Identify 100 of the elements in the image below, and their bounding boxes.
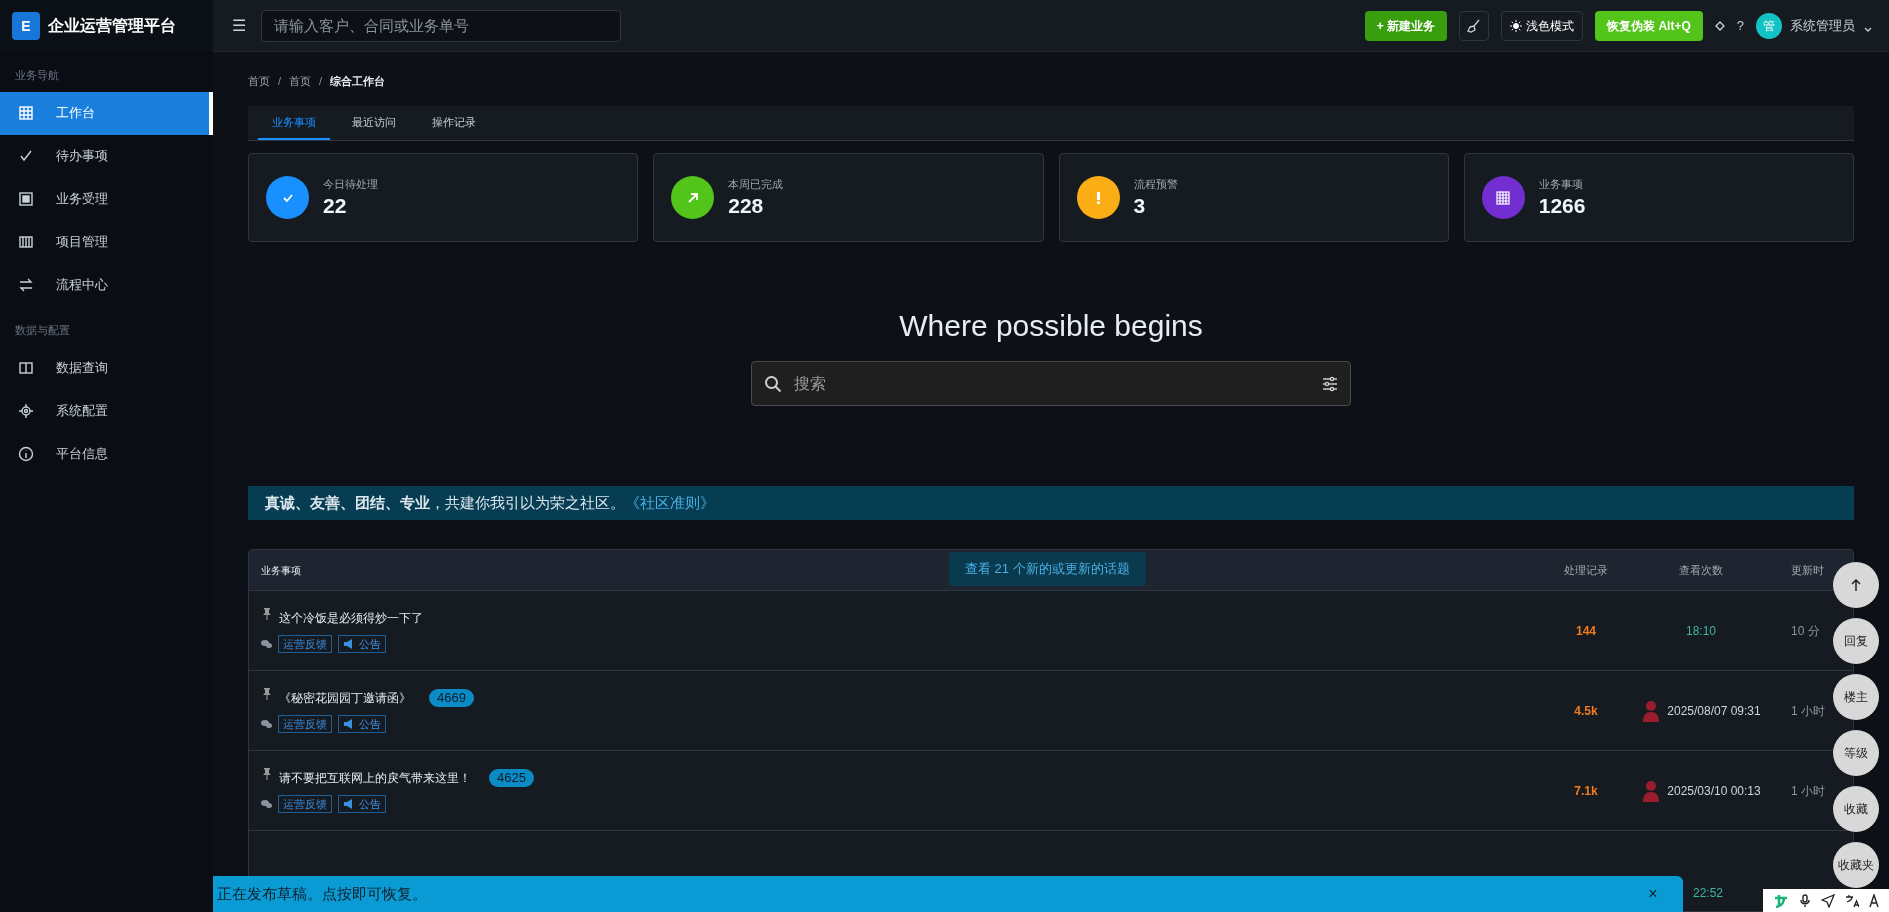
topic-tag[interactable]: 公告 <box>338 794 386 813</box>
column-header: 处理记录 <box>1563 562 1609 578</box>
microphone-icon[interactable] <box>1799 893 1811 908</box>
updated-time: 1 小时 <box>1790 702 1826 720</box>
breadcrumb-separator: / <box>278 73 282 89</box>
user-name[interactable]: 系统管理员 <box>1790 15 1855 36</box>
megaphone-icon <box>343 717 355 730</box>
reply-count: 144 <box>1575 622 1597 640</box>
activity-date: 2025/08/07 09:31 <box>1667 702 1761 720</box>
grid-icon <box>1495 189 1512 206</box>
nav-section-heading: 业务导航 <box>14 68 60 83</box>
megaphone-icon <box>343 637 355 650</box>
draft-notice-bar[interactable]: 正在发布草稿。点按即可恢复。 × <box>213 876 1683 912</box>
topic-tag[interactable]: 公告 <box>338 634 386 653</box>
breadcrumb-separator: / <box>319 73 323 89</box>
arrow-up-icon <box>1849 578 1863 592</box>
user-avatar-icon <box>1641 779 1662 802</box>
topic-tag[interactable]: 运营反馈 <box>278 714 332 733</box>
floating-action-button[interactable]: 楼主 <box>1833 674 1879 720</box>
tab[interactable]: 业务事项 <box>258 105 330 141</box>
topic-tag[interactable]: 公告 <box>338 714 386 733</box>
column-header: 查看次数 <box>1678 562 1724 578</box>
activity-date: 2025/03/10 00:13 <box>1667 782 1761 800</box>
help-button[interactable]: ? <box>1736 15 1744 36</box>
grid-icon <box>18 105 34 121</box>
nav-item[interactable]: 业务受理 <box>0 177 213 221</box>
megaphone-icon <box>343 797 355 810</box>
breadcrumb-link[interactable]: 首页 <box>289 72 312 90</box>
search-input[interactable]: 搜索 <box>794 371 1310 396</box>
updated-time: 10 分 <box>1790 622 1821 640</box>
nav-item[interactable]: 工作台 <box>0 91 213 135</box>
search-field[interactable]: 请输入客户、合同或业务单号 <box>261 9 621 42</box>
topic-tag[interactable]: 运营反馈 <box>278 794 332 813</box>
nav-item[interactable]: 待办事项 <box>0 134 213 178</box>
pin-icon <box>261 766 273 781</box>
floating-action-button[interactable]: 收藏 <box>1833 786 1879 832</box>
search-icon <box>764 374 782 393</box>
reply-count: 4.5k <box>1573 702 1599 720</box>
tab[interactable]: 最近访问 <box>338 105 410 141</box>
app-logo: E <box>12 12 40 40</box>
stat-label: 流程预警 <box>1133 176 1178 192</box>
clock-time: 22:52 <box>1693 885 1724 902</box>
view-time: 18:10 <box>1686 622 1716 640</box>
topic-title[interactable]: 请不要把互联网上的戾气带来这里！ <box>279 768 471 787</box>
stat-value: 228 <box>728 193 765 220</box>
pinyin-logo-icon[interactable] <box>1773 893 1789 908</box>
column-header: 更新时 <box>1790 562 1825 578</box>
topic-title[interactable]: 这个冷饭是必须得炒一下了 <box>279 608 423 627</box>
app-title: 企业运营管理平台 <box>48 16 176 36</box>
tab[interactable]: 操作记录 <box>418 105 490 141</box>
nav-item[interactable]: 数据查询 <box>0 346 213 389</box>
nav-item[interactable]: 流程中心 <box>0 263 213 307</box>
nav-section-heading: 数据与配置 <box>14 322 71 338</box>
square-icon <box>18 191 34 207</box>
nav-item[interactable]: 项目管理 <box>0 220 213 264</box>
chat-bubbles-icon <box>261 718 272 729</box>
reply-count: 7.1k <box>1573 782 1599 800</box>
stat-label: 本周已完成 <box>728 176 784 192</box>
swap-icon <box>18 277 34 293</box>
broom-button[interactable] <box>1459 10 1490 41</box>
nav-item[interactable]: 系统配置 <box>0 389 213 432</box>
chat-bubbles-icon <box>261 638 272 649</box>
reply-count-badge: 4625 <box>489 768 534 787</box>
pin-icon <box>261 606 273 621</box>
text-style-icon[interactable] <box>1869 893 1879 908</box>
hero-title: Where possible begins <box>899 308 1203 345</box>
stat-label: 业务事项 <box>1538 176 1584 192</box>
nav-item[interactable]: 平台信息 <box>0 432 213 475</box>
info-icon <box>18 445 34 462</box>
breadcrumb-link[interactable]: 首页 <box>248 72 270 90</box>
column-header: 业务事项 <box>261 563 301 578</box>
pin-icon <box>261 686 273 701</box>
diamond-icon[interactable] <box>1714 20 1725 31</box>
split-icon <box>18 359 34 376</box>
topic-tag[interactable]: 运营反馈 <box>278 634 332 653</box>
stat-value: 3 <box>1133 193 1147 220</box>
close-button[interactable]: × <box>1643 882 1663 906</box>
floating-action-button[interactable]: 回复 <box>1833 618 1879 664</box>
theme-button[interactable]: 浅色模式 <box>1501 10 1584 41</box>
reply-count-badge: 4669 <box>429 688 474 707</box>
stat-value: 1266 <box>1538 193 1586 220</box>
draft-notice-text: 正在发布草稿。点按即可恢复。 <box>217 883 428 904</box>
banner-text: 真诚、友善、团结、专业，共建你我引以为荣之社区。 <box>265 492 625 513</box>
send-icon[interactable] <box>1821 893 1835 908</box>
breadcrumb-current: 综合工作台 <box>330 73 386 89</box>
translate-icon[interactable] <box>1845 893 1859 908</box>
menu-button[interactable]: ☰ <box>229 13 249 38</box>
new-topics-button[interactable]: 查看 21 个新的或更新的话题 <box>949 552 1146 586</box>
updated-time: 1 小时 <box>1790 782 1826 800</box>
topic-title[interactable]: 《秘密花园园丁邀请函》 <box>279 688 411 707</box>
floating-action-button[interactable]: 等级 <box>1833 730 1879 776</box>
stat-label: 今日待处理 <box>323 176 378 192</box>
floating-action-button[interactable]: 收藏夹 <box>1833 842 1879 888</box>
exclamation-icon <box>1096 191 1100 204</box>
search-field[interactable]: 搜索 <box>751 361 1351 407</box>
guidelines-link[interactable]: 《社区准则》 <box>625 491 715 515</box>
check-icon <box>18 148 34 164</box>
scroll-top-button[interactable] <box>1833 562 1879 608</box>
stat-value: 22 <box>323 193 348 220</box>
filter-sliders-icon[interactable] <box>1322 375 1338 392</box>
